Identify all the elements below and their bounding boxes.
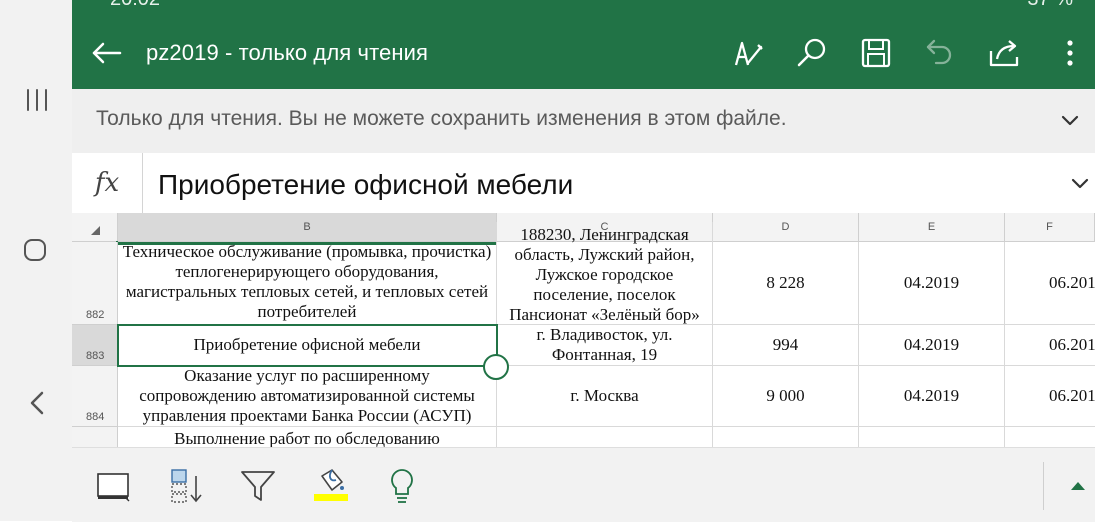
cell-c884[interactable]: г. Москва <box>497 366 713 427</box>
column-header-f[interactable]: F <box>1005 213 1095 242</box>
cell-e884[interactable]: 04.2019 <box>859 366 1005 427</box>
share-icon[interactable] <box>984 33 1024 73</box>
column-header-d[interactable]: D <box>713 213 859 242</box>
column-header-e[interactable]: E <box>859 213 1005 242</box>
row-number: 883 <box>86 350 105 362</box>
save-icon[interactable] <box>856 33 896 73</box>
row-number: 882 <box>86 309 105 321</box>
select-all-corner[interactable] <box>72 213 118 242</box>
nav-back-icon[interactable] <box>28 391 48 415</box>
system-navigation-bar <box>0 0 72 521</box>
row-header-883[interactable]: 883 <box>72 325 118 366</box>
read-only-message: Только для чтения. Вы не можете сохранит… <box>96 107 787 130</box>
sort-icon[interactable] <box>166 466 206 506</box>
cell-e882[interactable]: 04.2019 <box>859 242 1005 325</box>
row-header-884[interactable]: 884 <box>72 366 118 427</box>
cell-b882[interactable]: Техническое обслуживание (промывка, проч… <box>118 222 497 325</box>
cell-d882[interactable]: 8 228 <box>713 242 859 325</box>
formula-content[interactable]: Приобретение офисной мебели <box>158 169 573 201</box>
undo-icon[interactable] <box>920 33 960 73</box>
status-bar: 20:02 37 % <box>72 0 1095 14</box>
document-title: pz2019 - только для чтения <box>146 40 429 65</box>
row-number: 884 <box>86 411 105 423</box>
formula-bar: fx Приобретение офисной мебели <box>72 153 1095 214</box>
search-icon[interactable] <box>792 33 832 73</box>
expand-ribbon-icon[interactable] <box>1071 482 1085 490</box>
cell-f882[interactable]: 06.2019 <box>1005 242 1095 325</box>
cell-c883[interactable]: г. Владивосток, ул. Фонтанная, 19 <box>497 325 713 366</box>
spreadsheet-grid[interactable]: B C D E F 882 Техническое обслуживание (… <box>72 213 1095 447</box>
fill-color-icon[interactable] <box>310 466 350 506</box>
cell-d885[interactable] <box>713 427 859 447</box>
cell-b884[interactable]: Оказание услуг по расширенному сопровожд… <box>118 366 497 427</box>
app-bar: 20:02 37 % pz2019 - только для чтения <box>72 0 1095 89</box>
home-icon[interactable] <box>24 239 46 261</box>
read-only-banner: Только для чтения. Вы не можете сохранит… <box>72 89 1095 153</box>
banner-expand-chevron-icon[interactable] <box>1060 114 1080 128</box>
cell-e883[interactable]: 04.2019 <box>859 325 1005 366</box>
filter-icon[interactable] <box>238 466 278 506</box>
cell-e885[interactable] <box>859 427 1005 447</box>
tell-me-lightbulb-icon[interactable] <box>382 466 422 506</box>
draw-icon[interactable] <box>728 33 768 73</box>
cell-f883[interactable]: 06.2019 <box>1005 325 1095 366</box>
formula-expand-chevron-icon[interactable] <box>1070 177 1090 191</box>
select-cell-icon[interactable] <box>94 466 134 506</box>
row-header-885[interactable] <box>72 427 118 447</box>
toolbar-divider <box>1043 462 1044 510</box>
cell-c885[interactable] <box>497 427 713 447</box>
cell-b885[interactable]: Выполнение работ по обследованию <box>118 427 497 447</box>
cell-b883[interactable]: Приобретение офисной мебели <box>118 325 497 366</box>
back-arrow-icon[interactable] <box>86 33 126 73</box>
bottom-toolbar <box>72 447 1095 522</box>
cell-d883[interactable]: 994 <box>713 325 859 366</box>
cell-f884[interactable]: 06.2019 <box>1005 366 1095 427</box>
fx-icon[interactable]: fx <box>72 153 143 213</box>
status-time: 20:02 <box>110 0 160 11</box>
status-battery: 37 % <box>1027 0 1073 11</box>
more-options-icon[interactable] <box>1050 33 1090 73</box>
cell-d884[interactable]: 9 000 <box>713 366 859 427</box>
row-header-882[interactable]: 882 <box>72 242 118 325</box>
recent-apps-icon[interactable] <box>25 89 49 111</box>
cell-f885[interactable] <box>1005 427 1095 447</box>
cell-c882[interactable]: 188230, Ленинградская область, Лужский р… <box>497 222 713 325</box>
selection-handle[interactable] <box>483 354 509 380</box>
